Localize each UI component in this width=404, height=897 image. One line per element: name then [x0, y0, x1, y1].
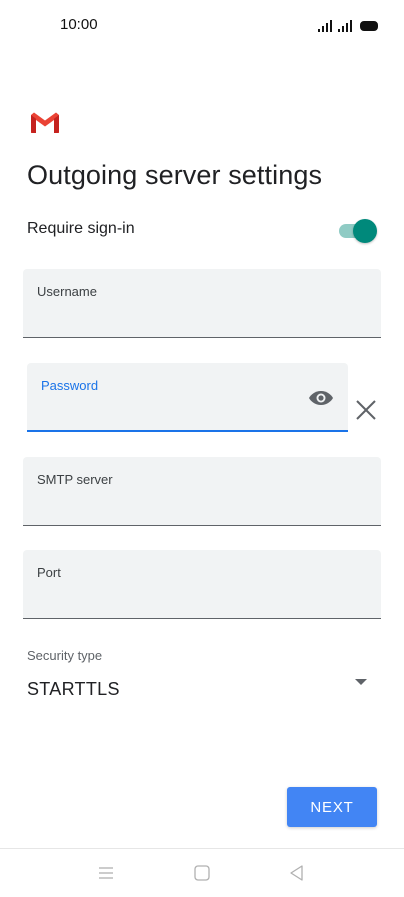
security-type-value: STARTTLS [27, 679, 120, 699]
require-signin-label: Require sign-in [27, 220, 135, 237]
security-type-label: Security type [27, 648, 103, 663]
port-input[interactable] [37, 590, 288, 610]
next-button[interactable]: NEXT [287, 787, 377, 827]
menu-icon[interactable] [96, 863, 116, 883]
username-input[interactable] [37, 309, 288, 329]
security-type-dropdown[interactable]: STARTTLS [27, 675, 377, 703]
home-square-icon[interactable] [192, 863, 212, 883]
navigation-bar [0, 849, 404, 897]
close-icon[interactable] [355, 399, 377, 421]
dropdown-arrow-icon [355, 679, 367, 685]
toggle-thumb [353, 219, 377, 243]
smtp-server-label: SMTP server [37, 472, 113, 487]
require-signin-toggle[interactable] [339, 219, 377, 243]
password-input[interactable] [41, 402, 266, 422]
username-field[interactable]: Username [23, 269, 381, 338]
back-triangle-icon[interactable] [287, 863, 307, 883]
port-label: Port [37, 565, 61, 580]
smtp-server-field[interactable]: SMTP server [23, 457, 381, 526]
status-icons [318, 16, 378, 32]
battery-icon [360, 21, 378, 31]
smtp-server-input[interactable] [37, 497, 288, 517]
username-label: Username [37, 284, 97, 299]
signal-icon [318, 20, 332, 32]
signal-icon-2 [338, 20, 352, 32]
port-field[interactable]: Port [23, 550, 381, 619]
status-bar: 10:00 [0, 0, 404, 52]
gmail-icon [31, 112, 59, 133]
eye-icon[interactable] [308, 389, 334, 407]
status-time: 10:00 [60, 16, 98, 33]
require-signin-row: Require sign-in [27, 216, 377, 246]
password-label: Password [41, 378, 99, 393]
password-field[interactable]: Password [27, 363, 348, 432]
page-title: Outgoing server settings [27, 160, 323, 190]
